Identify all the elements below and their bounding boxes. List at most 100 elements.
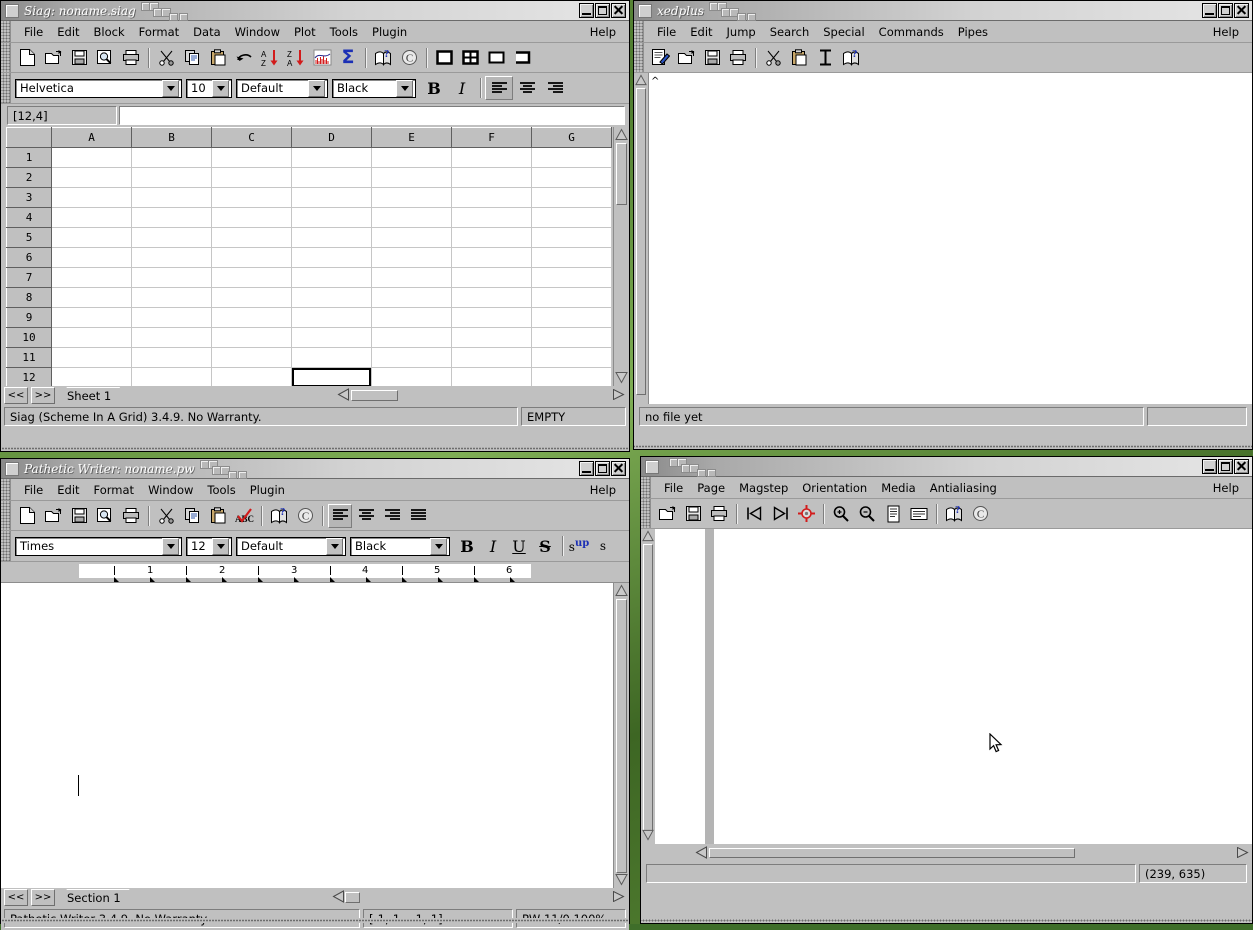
- copyright-icon[interactable]: C: [968, 501, 992, 526]
- copyright-icon[interactable]: C: [293, 503, 317, 528]
- cell-C9[interactable]: [211, 307, 292, 328]
- cell-E6[interactable]: [371, 247, 452, 268]
- maximize-button[interactable]: [595, 3, 610, 18]
- page-landscape-icon[interactable]: [907, 501, 931, 526]
- align-center-icon[interactable]: [354, 503, 378, 528]
- spreadsheet-row[interactable]: 6: [6, 247, 612, 268]
- column-header-g[interactable]: G: [531, 127, 612, 148]
- minimize-button[interactable]: [1202, 459, 1217, 474]
- cell-F7[interactable]: [451, 267, 532, 288]
- pw-vertical-scrollbar[interactable]: [613, 583, 629, 888]
- window-menu-icon[interactable]: [645, 459, 659, 474]
- toolbar-grip[interactable]: [1, 43, 11, 72]
- open-folder-icon[interactable]: [674, 45, 698, 70]
- open-folder-icon[interactable]: [655, 501, 679, 526]
- align-left-icon[interactable]: [328, 503, 352, 528]
- cell-F11[interactable]: [451, 347, 532, 368]
- cell-A11[interactable]: [51, 347, 132, 368]
- print-icon[interactable]: [707, 501, 731, 526]
- xedplus-menubar[interactable]: File Edit Jump Search Special Commands P…: [634, 21, 1252, 43]
- cell-reference[interactable]: [12,4]: [7, 106, 117, 125]
- menubar-grip[interactable]: [641, 477, 651, 498]
- chevron-down-icon[interactable]: [162, 79, 179, 97]
- pw-window[interactable]: Pathetic Writer: noname.pw File Edit For…: [0, 458, 630, 930]
- cell-C3[interactable]: [211, 187, 292, 208]
- psviewer-menubar[interactable]: File Page Magstep Orientation Media Anti…: [641, 477, 1252, 499]
- hscroll-right-arrow[interactable]: [1236, 846, 1249, 858]
- cell-F2[interactable]: [451, 167, 532, 188]
- close-button[interactable]: [611, 461, 626, 476]
- align-right-button[interactable]: [541, 76, 569, 100]
- row-header-3[interactable]: 3: [6, 187, 52, 208]
- page-portrait-icon[interactable]: [881, 501, 905, 526]
- menu-special[interactable]: Special: [816, 24, 871, 40]
- formatbar-grip[interactable]: [1, 73, 11, 103]
- copy-icon[interactable]: [180, 45, 204, 70]
- cell-C6[interactable]: [211, 247, 292, 268]
- column-header-b[interactable]: B: [131, 127, 212, 148]
- new-document-pencil-icon[interactable]: [648, 45, 672, 70]
- font-family-select[interactable]: Times: [15, 536, 182, 556]
- menu-file[interactable]: File: [650, 24, 683, 40]
- strikethrough-button[interactable]: S: [532, 534, 558, 558]
- toolbar-grip[interactable]: [1, 501, 11, 530]
- cell-B6[interactable]: [131, 247, 212, 268]
- cell-E3[interactable]: [371, 187, 452, 208]
- cell-B10[interactable]: [131, 327, 212, 348]
- new-document-icon[interactable]: [15, 45, 39, 70]
- cell-F8[interactable]: [451, 287, 532, 308]
- cell-G7[interactable]: [531, 267, 612, 288]
- menu-format[interactable]: Format: [87, 482, 142, 498]
- chevron-down-icon[interactable]: [162, 537, 179, 555]
- save-floppy-icon[interactable]: [700, 45, 724, 70]
- column-header-f[interactable]: F: [451, 127, 532, 148]
- pw-titlebar[interactable]: Pathetic Writer: noname.pw: [1, 459, 629, 479]
- redraw-target-icon[interactable]: [794, 501, 818, 526]
- menu-data[interactable]: Data: [186, 24, 227, 40]
- scroll-down-arrow[interactable]: [615, 873, 628, 886]
- hscroll-left-arrow[interactable]: [332, 890, 345, 903]
- cell-E11[interactable]: [371, 347, 452, 368]
- menu-tools[interactable]: Tools: [200, 482, 242, 498]
- bold-button[interactable]: B: [420, 76, 448, 100]
- cell-F10[interactable]: [451, 327, 532, 348]
- copy-icon[interactable]: [180, 503, 204, 528]
- cell-C4[interactable]: [211, 207, 292, 228]
- menu-search[interactable]: Search: [763, 24, 817, 40]
- open-folder-icon[interactable]: [41, 503, 65, 528]
- spreadsheet-row[interactable]: 3: [6, 187, 612, 208]
- print-preview-icon[interactable]: [93, 503, 117, 528]
- font-size-select[interactable]: 10: [186, 78, 232, 98]
- cell-B8[interactable]: [131, 287, 212, 308]
- cell-F6[interactable]: [451, 247, 532, 268]
- scroll-up-arrow[interactable]: [615, 128, 628, 141]
- psviewer-vertical-scrollbar[interactable]: [641, 529, 655, 844]
- menubar-grip[interactable]: [634, 21, 644, 42]
- chevron-down-icon[interactable]: [212, 79, 229, 97]
- help-book-icon[interactable]: ?: [839, 45, 863, 70]
- row-header-1[interactable]: 1: [6, 147, 52, 168]
- psviewer-toolbar[interactable]: ? C: [641, 499, 1252, 529]
- maximize-button[interactable]: [1218, 459, 1233, 474]
- menu-commands[interactable]: Commands: [872, 24, 951, 40]
- cell-E4[interactable]: [371, 207, 452, 228]
- cell-F1[interactable]: [451, 147, 532, 168]
- next-section-button[interactable]: >>: [31, 889, 55, 906]
- scroll-thumb[interactable]: [636, 88, 646, 395]
- text-cursor-icon[interactable]: [813, 45, 837, 70]
- cell-C8[interactable]: [211, 287, 292, 308]
- cell-D7[interactable]: [291, 267, 372, 288]
- cell-A12[interactable]: [51, 367, 132, 386]
- cell-B12[interactable]: [131, 367, 212, 386]
- menu-help[interactable]: Help: [1206, 24, 1246, 40]
- cell-B3[interactable]: [131, 187, 212, 208]
- menubar-grip[interactable]: [1, 21, 11, 42]
- print-icon[interactable]: [726, 45, 750, 70]
- siag-sheet-area[interactable]: A B C D E F G 1 2 3 4 5 6 7 8 9 10 11 12: [1, 127, 613, 386]
- cell-A7[interactable]: [51, 267, 132, 288]
- undo-arrow-icon[interactable]: [232, 45, 256, 70]
- align-center-button[interactable]: [513, 76, 541, 100]
- pw-document-area[interactable]: [1, 583, 613, 888]
- cell-D3[interactable]: [291, 187, 372, 208]
- cell-C5[interactable]: [211, 227, 292, 248]
